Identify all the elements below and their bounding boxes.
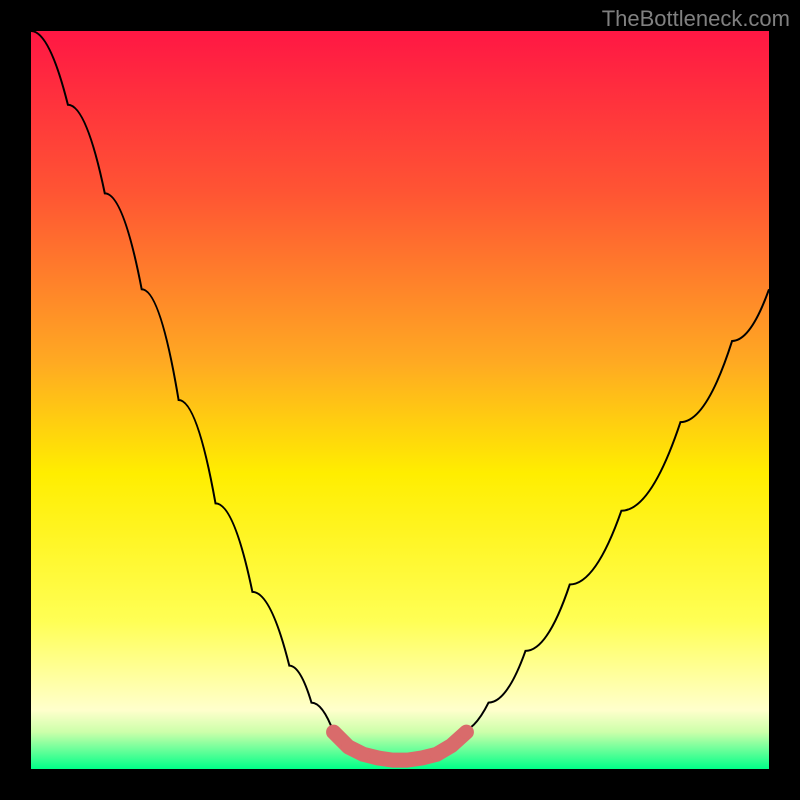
bottleneck-curve [31,31,769,769]
chart-area [31,31,769,769]
watermark-text: TheBottleneck.com [602,6,790,32]
